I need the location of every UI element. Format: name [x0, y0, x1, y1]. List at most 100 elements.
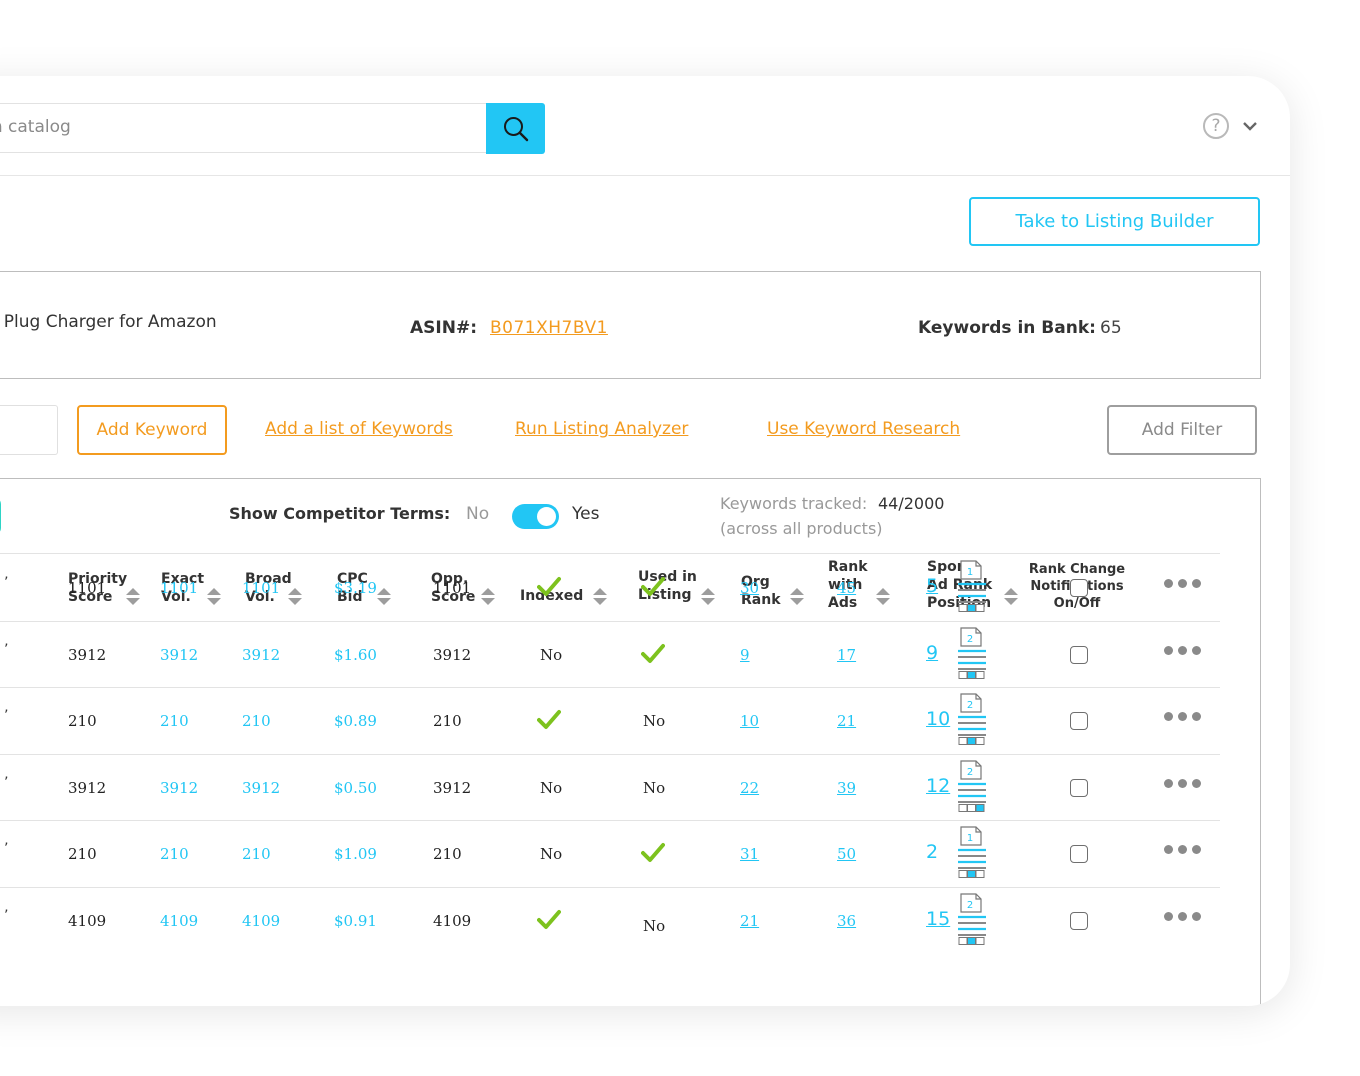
table-row-divider — [0, 820, 1220, 822]
broad-vol-cell[interactable]: 210 — [242, 712, 271, 730]
org-rank-link[interactable]: 31 — [740, 845, 759, 863]
spons-position-link[interactable]: 15 — [926, 908, 950, 930]
cpc-bid-cell[interactable]: $1.60 — [334, 646, 377, 664]
sort-cpc-icon[interactable] — [377, 588, 391, 606]
search-field[interactable] — [0, 103, 486, 153]
keywords-tracked-note: (across all products) — [720, 519, 883, 538]
spons-position-link[interactable]: 9 — [926, 642, 938, 664]
notification-checkbox[interactable] — [1070, 712, 1088, 731]
row-stub-text: ’ — [4, 708, 9, 725]
header-row-divider — [0, 553, 1220, 554]
org-rank-link[interactable]: 22 — [740, 779, 759, 797]
tab-button[interactable] — [0, 498, 1, 534]
cpc-bid-cell[interactable]: $0.89 — [334, 712, 377, 730]
sort-used-icon[interactable] — [701, 588, 715, 606]
spons-position-link[interactable]: 5 — [926, 575, 938, 597]
exact-vol-cell[interactable]: 210 — [160, 712, 189, 730]
priority-score-cell: 4109 — [68, 912, 107, 930]
sort-rankads-icon[interactable] — [876, 588, 890, 606]
indexed-check-icon — [537, 577, 561, 596]
notification-checkbox[interactable] — [1070, 645, 1088, 664]
cpc-bid-cell[interactable]: $0.50 — [334, 779, 377, 797]
ad-position-icon: 2 — [958, 760, 986, 812]
row-more-icon[interactable] — [1164, 778, 1204, 789]
priority-score-cell: 1101 — [68, 579, 107, 597]
sort-exact-icon[interactable] — [207, 588, 221, 606]
org-rank-link[interactable]: 9 — [740, 646, 750, 664]
asin-link[interactable]: B071XH7BV1 — [490, 318, 608, 338]
cpc-bid-cell[interactable]: $3.19 — [334, 579, 377, 597]
exact-vol-cell[interactable]: 3912 — [160, 646, 198, 664]
opp-score-cell: 3912 — [433, 645, 472, 664]
used-check-icon — [641, 843, 665, 863]
svg-text:2: 2 — [967, 900, 973, 911]
broad-vol-cell[interactable]: 3912 — [242, 646, 280, 664]
spons-position-link[interactable]: 12 — [926, 775, 950, 797]
sort-priority-icon[interactable] — [126, 588, 140, 606]
take-to-listing-builder-button[interactable]: Take to Listing Builder — [969, 197, 1260, 246]
ad-position-icon: 2 — [958, 626, 986, 679]
rank-with-ads-link[interactable]: 50 — [837, 845, 856, 863]
ad-position-icon: 1 — [958, 826, 986, 879]
spons-position-link[interactable]: 10 — [926, 708, 950, 730]
add-keyword-button[interactable]: Add Keyword — [77, 405, 227, 455]
cpc-bid-cell[interactable]: $1.09 — [334, 845, 377, 863]
col-notif-line1: Rank Change — [1028, 562, 1126, 577]
notification-checkbox[interactable] — [1070, 778, 1088, 797]
broad-vol-cell[interactable]: 3912 — [242, 779, 280, 797]
toggle-knob — [537, 507, 556, 526]
used-no-cell: No — [643, 712, 666, 731]
table-row-divider — [0, 753, 1220, 755]
add-keyword-list-link[interactable]: Add a list of Keywords — [265, 419, 453, 439]
broad-vol-cell[interactable]: 4109 — [242, 912, 280, 930]
svg-text:2: 2 — [967, 700, 973, 711]
row-more-icon[interactable] — [1164, 645, 1204, 656]
sort-broad-icon[interactable] — [288, 588, 302, 606]
broad-vol-cell[interactable]: 1101 — [242, 579, 280, 597]
add-filter-button[interactable]: Add Filter — [1107, 405, 1257, 455]
chevron-down-icon[interactable] — [1242, 121, 1258, 131]
help-icon[interactable]: ? — [1203, 113, 1229, 139]
keywords-in-bank-label: Keywords in Bank: — [918, 318, 1096, 338]
competitor-terms-toggle[interactable] — [512, 504, 559, 529]
exact-vol-cell[interactable]: 210 — [160, 845, 189, 863]
notification-checkbox[interactable] — [1070, 912, 1088, 930]
rank-with-ads-link[interactable]: 17 — [837, 646, 856, 664]
rank-with-ads-link[interactable]: 39 — [837, 779, 856, 797]
notification-checkbox[interactable] — [1070, 579, 1088, 597]
ad-position-icon: 1 — [958, 560, 986, 612]
keyword-input[interactable] — [0, 405, 58, 455]
notification-checkbox[interactable] — [1070, 845, 1088, 864]
org-rank-link[interactable]: 21 — [740, 912, 759, 930]
row-stub-text: ’ — [4, 841, 9, 858]
rank-with-ads-link[interactable]: 21 — [837, 712, 856, 730]
opp-score-cell: 210 — [433, 845, 462, 864]
sort-spons-icon[interactable] — [1004, 588, 1018, 606]
asin-label: ASIN#: — [410, 318, 477, 338]
spons-position-link[interactable]: 2 — [926, 841, 938, 863]
row-more-icon[interactable] — [1164, 579, 1204, 589]
svg-text:1: 1 — [967, 567, 973, 578]
rank-with-ads-link[interactable]: 36 — [837, 912, 856, 930]
org-rank-link[interactable]: 30 — [740, 579, 759, 597]
search-input[interactable] — [0, 104, 435, 150]
exact-vol-cell[interactable]: 3912 — [160, 779, 198, 797]
exact-vol-cell[interactable]: 1101 — [160, 579, 198, 597]
keywords-tracked-value: 44/2000 — [878, 494, 945, 513]
priority-score-cell: 3912 — [68, 645, 107, 664]
org-rank-link[interactable]: 10 — [740, 712, 759, 730]
sort-opp-icon[interactable] — [481, 588, 495, 606]
row-more-icon[interactable] — [1164, 712, 1204, 722]
row-more-icon[interactable] — [1164, 845, 1204, 855]
use-keyword-research-link[interactable]: Use Keyword Research — [767, 419, 960, 439]
exact-vol-cell[interactable]: 4109 — [160, 912, 198, 930]
search-button[interactable] — [486, 103, 545, 154]
run-listing-analyzer-link[interactable]: Run Listing Analyzer — [515, 419, 688, 439]
row-more-icon[interactable] — [1164, 912, 1204, 922]
sort-indexed-icon[interactable] — [593, 588, 607, 606]
cpc-bid-cell[interactable]: $0.91 — [334, 912, 377, 930]
used-no-cell: No — [643, 917, 666, 935]
rank-with-ads-link[interactable]: 45 — [837, 579, 856, 597]
sort-org-icon[interactable] — [790, 588, 804, 606]
broad-vol-cell[interactable]: 210 — [242, 845, 271, 863]
